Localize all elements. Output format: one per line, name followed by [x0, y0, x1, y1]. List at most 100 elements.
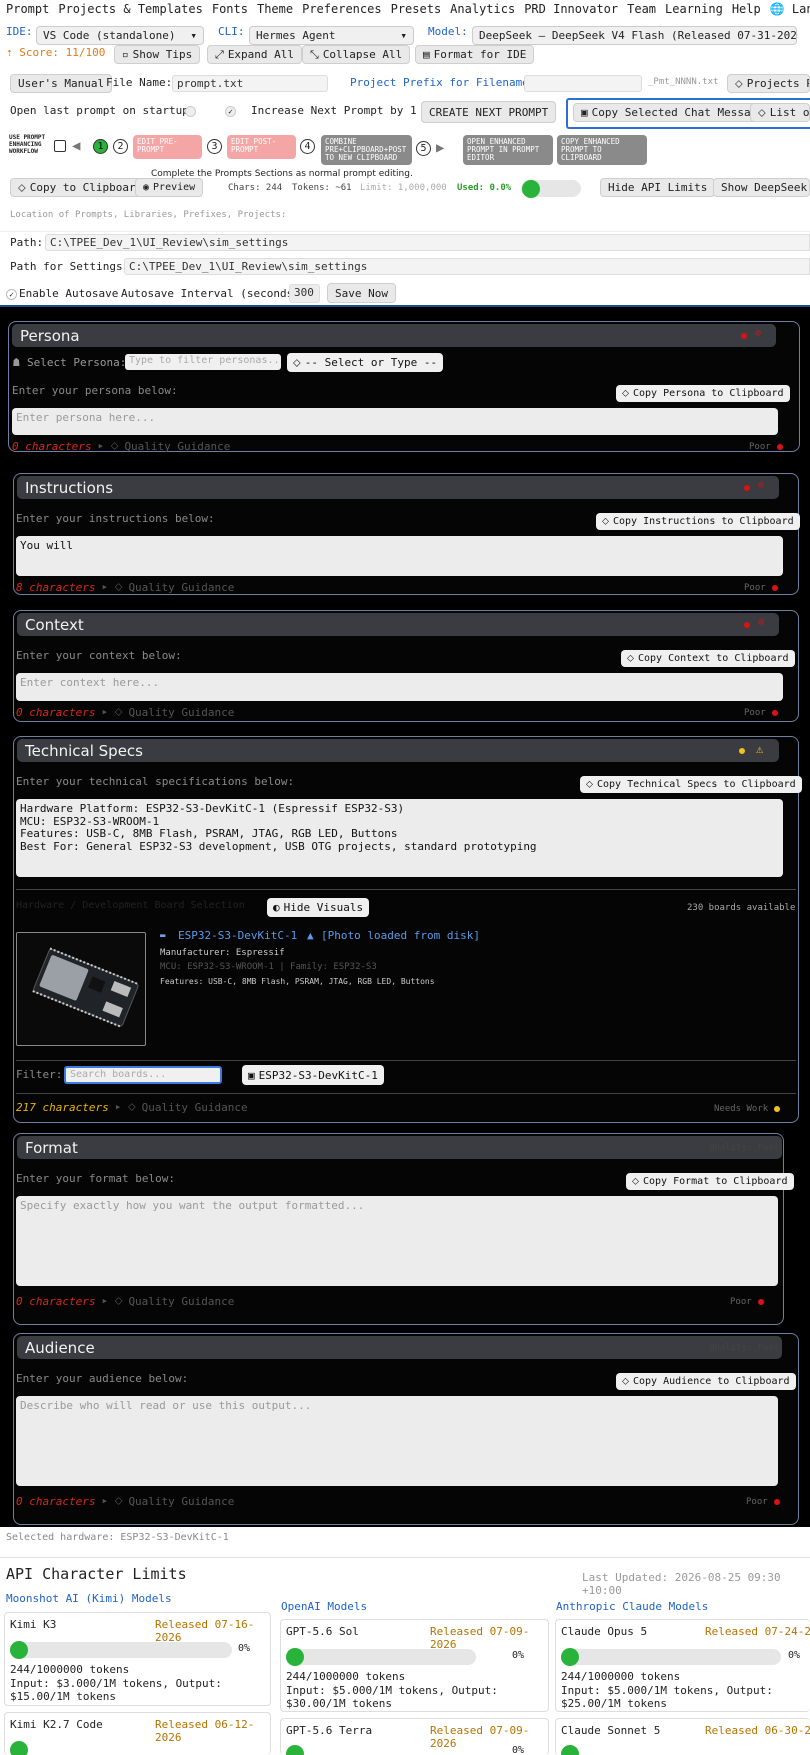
path-input[interactable]: C:\TPEE_Dev_1\UI_Review\sim_settings [45, 234, 810, 251]
audience-quality-row: 0 characters ▸ ⬦ Quality Guidance [16, 1494, 234, 1508]
audience-quality-link[interactable]: Quality Guidance [128, 1495, 234, 1508]
model-select[interactable]: DeepSeek — DeepSeek V4 Flash (Released 0… [472, 26, 797, 45]
persona-quality-link[interactable]: Quality Guidance [124, 440, 230, 453]
copy-persona-button[interactable]: ⬦ Copy Persona to Clipboard [616, 385, 790, 402]
format-enter-label: Enter your format below: [16, 1172, 175, 1185]
expand-arrow-icon[interactable]: ▸ ⬦ [101, 1494, 122, 1508]
audience-header[interactable]: Audience [17, 1336, 782, 1359]
instructions-header[interactable]: Instructions [17, 476, 779, 499]
arrow-right-icon[interactable]: ▶ [436, 141, 444, 155]
workflow-step-2[interactable]: 2 [113, 139, 128, 154]
tokens-count: Tokens: ~61 [292, 183, 352, 193]
persona-filter-input[interactable]: Type to filter personas... [125, 354, 281, 370]
menu-prd-innovator[interactable]: PRD Innovator [524, 2, 618, 16]
copy-techspecs-button[interactable]: ⬦ Copy Technical Specs to Clipboard [580, 776, 802, 793]
settings-path-input[interactable]: C:\TPEE_Dev_1\UI_Review\sim_settings [124, 258, 810, 275]
format-header[interactable]: Format [17, 1136, 782, 1159]
techspecs-header[interactable]: Technical Specs [17, 739, 779, 762]
instructions-rating-label: Poor [744, 583, 766, 593]
menu-prompt[interactable]: Prompt [6, 2, 49, 16]
expand-arrow-icon[interactable]: ▸ ⬦ [101, 1294, 122, 1308]
instructions-textarea[interactable]: You will [16, 536, 783, 576]
model-select-value: DeepSeek — DeepSeek V4 Flash (Released 0… [479, 29, 797, 42]
menu-analytics[interactable]: Analytics [450, 2, 515, 16]
format-textarea[interactable]: Specify exactly how you want the output … [16, 1196, 778, 1286]
model-name: Claude Opus 5 [561, 1625, 648, 1638]
workflow-step-5[interactable]: 5 [416, 141, 431, 156]
menu-projects[interactable]: Projects & Templates [58, 2, 203, 16]
show-deepseek-button[interactable]: Show DeepSeek / [713, 178, 810, 197]
open-last-checkbox[interactable] [185, 106, 196, 117]
techspecs-textarea[interactable]: Hardware Platform: ESP32-S3-DevKitC-1 (E… [16, 799, 783, 877]
collapse-all-button[interactable]: ⤡ Collapse All [302, 45, 411, 64]
settings-path-label: Path for Settings: [10, 260, 130, 273]
copy-selected-chat-button[interactable]: ▣ Copy Selected Chat Message [573, 103, 772, 122]
projects-button[interactable]: ⬦ Projects P [727, 74, 810, 93]
workflow-checkbox[interactable] [54, 140, 66, 152]
create-next-button[interactable]: CREATE NEXT PROMPT [421, 101, 557, 123]
copy-enhanced-button[interactable]: COPY ENHANCED PROMPT TO CLIPBOARD [557, 135, 647, 165]
prefix-input[interactable] [524, 75, 642, 92]
expand-all-button[interactable]: ⤢ Expand All [207, 45, 303, 64]
hide-visuals-button[interactable]: ◐ Hide Visuals [267, 898, 370, 917]
autosave-checkbox[interactable]: ✓ [6, 289, 17, 300]
audience-textarea[interactable]: Describe who will read or use this outpu… [16, 1396, 778, 1486]
menu-languages[interactable]: 🌐 Languages [770, 2, 810, 16]
combine-button[interactable]: COMBINE PRE+CLIPBOARD+POST TO NEW CLIPBO… [321, 135, 412, 165]
instructions-quality-link[interactable]: Quality Guidance [128, 581, 234, 594]
copy-context-button[interactable]: ⬦ Copy Context to Clipboard [621, 650, 795, 667]
menu-learning[interactable]: Learning [665, 2, 723, 16]
save-now-button[interactable]: Save Now [327, 283, 396, 303]
hide-api-limits-button[interactable]: Hide API Limits [600, 178, 716, 197]
open-enhanced-button[interactable]: OPEN ENHANCED PROMPT IN PROMPT EDITOR [463, 135, 553, 165]
edit-pre-prompt-button[interactable]: EDIT PRE-PROMPT [133, 135, 202, 159]
expand-arrow-icon[interactable]: ▸ ⬦ [97, 439, 118, 453]
expand-arrow-icon[interactable]: ▸ ⬦ [101, 705, 122, 719]
users-manual-button[interactable]: User's Manual [10, 74, 113, 93]
expand-arrow-icon[interactable]: ▸ ⬦ [115, 1100, 136, 1114]
techspecs-quality-link[interactable]: Quality Guidance [142, 1101, 248, 1114]
expand-arrow-icon[interactable]: ▸ ⬦ [101, 580, 122, 594]
workflow-step-4[interactable]: 4 [300, 139, 315, 154]
menu-theme[interactable]: Theme [257, 2, 293, 16]
menu-fonts[interactable]: Fonts [212, 2, 248, 16]
chip-icon: ▬ [160, 931, 166, 941]
format-ide-button[interactable]: ▤ Format for IDE [415, 45, 535, 64]
api-card-kimi-k27: Kimi K2.7 Code Released 06-12-2026 [4, 1712, 271, 1755]
file-name-input[interactable]: prompt.txt [172, 75, 328, 92]
menu-bar: Prompt Projects & Templates Fonts Theme … [0, 0, 810, 18]
context-quality-link[interactable]: Quality Guidance [128, 706, 234, 719]
arrow-left-icon[interactable]: ◀ [72, 139, 80, 153]
board-search-input[interactable]: Search boards... [64, 1066, 222, 1084]
menu-help[interactable]: Help [732, 2, 761, 16]
context-header[interactable]: Context [17, 613, 779, 636]
edit-post-prompt-button[interactable]: EDIT POST-PROMPT [227, 135, 296, 159]
show-tips-button[interactable]: ▫ Show Tips [114, 45, 201, 64]
ide-select[interactable]: VS Code (standalone) ▾ [36, 26, 204, 45]
board-manufacturer: Manufacturer: Espressif [160, 948, 285, 958]
persona-header[interactable]: Persona [12, 324, 776, 347]
format-quality-link[interactable]: Quality Guidance [128, 1295, 234, 1308]
usage-slider-thumb[interactable] [522, 180, 540, 198]
workflow-step-1[interactable]: 1 [93, 139, 108, 154]
usage-percent: 0% [512, 1650, 525, 1661]
menu-team[interactable]: Team [627, 2, 656, 16]
context-textarea[interactable]: Enter context here... [16, 673, 783, 701]
autosave-interval-label: Autosave Interval (seconds): [121, 287, 307, 300]
autosave-interval-input[interactable]: 300 [289, 284, 320, 303]
list-of-button[interactable]: ⬦List of [750, 103, 810, 122]
cli-select[interactable]: Hermes Agent ▾ [249, 26, 414, 45]
increase-checkbox[interactable]: ✓ [225, 106, 236, 117]
copy-instructions-button[interactable]: ⬦ Copy Instructions to Clipboard [596, 513, 800, 530]
board-select-button[interactable]: ▣ ESP32-S3-DevKitC-1 [242, 1065, 384, 1085]
workflow-step-3[interactable]: 3 [207, 139, 222, 154]
usage-bar-fill [10, 1641, 28, 1659]
copy-format-button[interactable]: ⬦ Copy Format to Clipboard [626, 1173, 794, 1190]
menu-preferences[interactable]: Preferences [302, 2, 381, 16]
copy-to-clipboard-button[interactable]: ⬦ Copy to Clipboard [10, 178, 151, 197]
preview-button[interactable]: ◉ Preview [135, 178, 204, 197]
persona-select-button[interactable]: ⬦ -- Select or Type -- [287, 353, 444, 372]
persona-textarea[interactable]: Enter persona here... [12, 408, 778, 435]
copy-audience-button[interactable]: ⬦ Copy Audience to Clipboard [616, 1373, 796, 1390]
menu-presets[interactable]: Presets [391, 2, 442, 16]
